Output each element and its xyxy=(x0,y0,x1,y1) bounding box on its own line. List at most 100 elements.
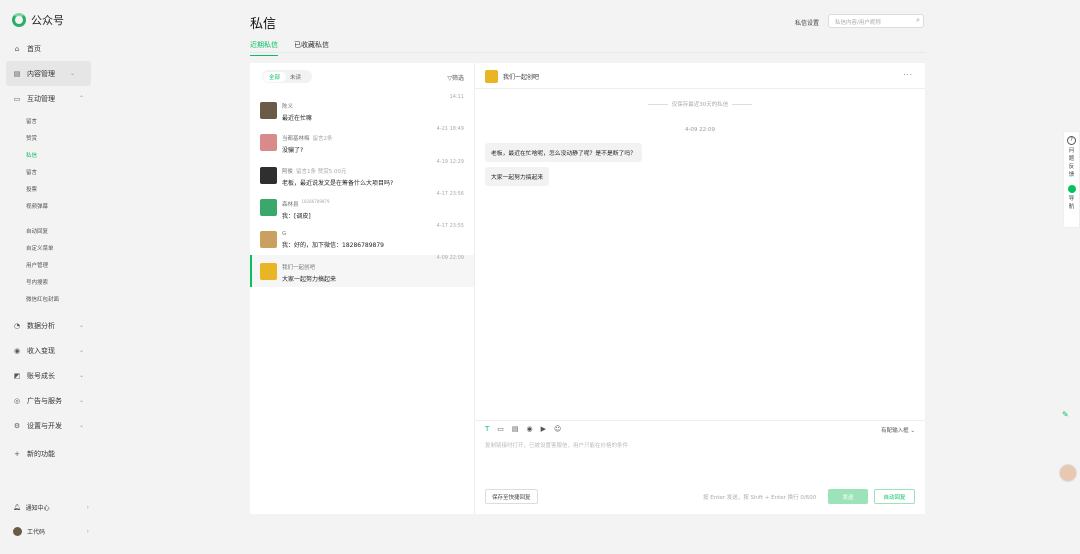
chevron-down-icon: ⌄ xyxy=(78,422,84,429)
conv-message: 最近在忙嘛 xyxy=(282,115,313,122)
nav-growth[interactable]: ◩ 账号成长 ⌄ xyxy=(0,363,100,388)
sub-item[interactable]: 视频弹幕 xyxy=(0,199,100,216)
ads-icon: ◎ xyxy=(13,396,21,405)
nav-home[interactable]: ⌂ 首页 xyxy=(0,36,100,61)
chevron-down-icon: ⌄ xyxy=(78,347,84,354)
text-icon[interactable]: T xyxy=(485,425,489,433)
send-button[interactable]: 发送 xyxy=(828,489,868,504)
guide-icon xyxy=(1067,185,1076,193)
home-icon: ⌂ xyxy=(14,44,20,53)
send-hint: 按 Enter 发送，按 Shift + Enter 换行 0/600 xyxy=(703,495,817,501)
tab-recent[interactable]: 近期私信 xyxy=(250,40,278,56)
conv-message: 没骗了? xyxy=(282,147,304,154)
nav-interaction-label: 互动管理 xyxy=(27,94,55,103)
conv-name: 当都基林梅 xyxy=(282,136,310,142)
bell-icon: 🔔︎ xyxy=(13,504,21,511)
nav-monetization[interactable]: ◉ 收入变现 ⌄ xyxy=(0,338,100,363)
nav-data-analysis[interactable]: ◔ 数据分析 ⌄ xyxy=(0,313,100,338)
floating-help-panel[interactable]: ? 问题反馈 导航 xyxy=(1063,131,1080,228)
sub-item[interactable]: 号内搜索 xyxy=(0,275,100,292)
assistant-avatar[interactable] xyxy=(1059,464,1077,482)
conversation-item[interactable]: G 我：好的，加下微信：18286789879 4-17 23:55 xyxy=(250,223,474,255)
sub-item[interactable]: 自定义菜单 xyxy=(0,241,100,258)
privacy-settings-link[interactable]: 私信设置 xyxy=(795,18,819,27)
notification-label: 通知中心 xyxy=(25,505,50,512)
sub-item[interactable]: 投票 xyxy=(0,182,100,199)
avatar xyxy=(260,263,277,280)
chat-icon: ▭ xyxy=(13,94,21,103)
conv-name: 森林县 xyxy=(282,201,299,208)
conv-ext: 18286789879 xyxy=(301,199,330,204)
nav-interaction[interactable]: ▭ 互动管理 ⌃ xyxy=(0,86,100,111)
account-menu[interactable]: 工代码 › xyxy=(13,527,89,536)
search-icon[interactable]: ⌕ xyxy=(916,16,920,25)
file-icon[interactable]: ▤ xyxy=(512,425,519,433)
sub-item[interactable]: 自动回复 xyxy=(0,224,100,241)
message-input[interactable]: 复制链接时打开，已被设置客服信，用户只能在价格的条件 xyxy=(485,441,628,449)
filter-button[interactable]: ▽筛选 xyxy=(447,73,464,82)
conv-ext: 留言1条 赞赏5.00元 xyxy=(296,169,347,175)
sub-item[interactable]: 留言 xyxy=(0,165,100,182)
conversation-item-selected[interactable]: 我们一起创吧 大家一起努力搞起来 4-09 22:09 xyxy=(250,255,474,287)
feedback-icon[interactable]: ✎ xyxy=(1062,410,1069,419)
retention-notice: 仅保存最近30天的私信 xyxy=(475,100,925,108)
sub-item-private-messages[interactable]: 私信 xyxy=(0,148,100,165)
notice-text: 仅保存最近30天的私信 xyxy=(671,102,729,108)
nav-label: 广告与服务 xyxy=(27,396,62,405)
nav-settings[interactable]: ⚙ 设置与开发 ⌄ xyxy=(0,413,100,438)
compose-toolbar: T ▭ ▤ ◉ ▶︎ ☺ xyxy=(485,425,561,433)
tab-bar: 近期私信 已收藏私信 xyxy=(250,40,329,56)
nav-label: 设置与开发 xyxy=(27,421,62,430)
chevron-up-icon: ⌃ xyxy=(78,95,84,102)
conversation-item[interactable]: 森林县18286789879 我：[调皮] 4-17 23:56 xyxy=(250,191,474,223)
auto-reply-button[interactable]: 自动回复 xyxy=(874,489,915,504)
sub-item[interactable]: 用户管理 xyxy=(0,258,100,275)
guide-label: 导航 xyxy=(1068,196,1075,210)
conversation-item[interactable]: 陈义最近在忙嘛 14:11 xyxy=(250,94,474,126)
gear-icon: ⚙ xyxy=(13,421,21,430)
conv-time: 14:11 xyxy=(449,94,464,100)
sub-item[interactable]: 赞赏 xyxy=(0,131,100,148)
notification-center[interactable]: 🔔︎ 通知中心 › xyxy=(13,503,89,512)
nav-label: 数据分析 xyxy=(27,321,55,330)
filter-unread[interactable]: 未读 xyxy=(286,72,305,82)
app-logo[interactable]: 公众号 xyxy=(12,12,64,28)
avatar xyxy=(260,167,277,184)
conv-time: 4-19 12:29 xyxy=(436,159,464,165)
avatar xyxy=(260,231,277,248)
audio-icon[interactable]: ◉ xyxy=(527,425,533,433)
sub-item[interactable]: 留言 xyxy=(0,114,100,131)
tab-starred[interactable]: 已收藏私信 xyxy=(294,40,329,56)
nav-ads[interactable]: ◎ 广告与服务 ⌄ xyxy=(0,388,100,413)
avatar xyxy=(260,199,277,216)
emoji-icon[interactable]: ☺ xyxy=(554,425,561,433)
divider xyxy=(475,420,925,421)
nav-content-label: 内容管理 xyxy=(27,69,55,78)
filter-all[interactable]: 全部 xyxy=(263,71,287,82)
conv-message: 我：好的，加下微信：18286789879 xyxy=(282,242,384,249)
save-quick-reply-button[interactable]: 保存至快捷回复 xyxy=(485,489,538,504)
coin-icon: ◉ xyxy=(13,346,21,355)
nav-label: 新的功能 xyxy=(27,449,55,458)
avatar xyxy=(260,134,277,151)
more-icon[interactable]: ··· xyxy=(903,71,913,79)
message-bubble: 老板，最近在忙啥呢，怎么没动静了呢？是不是断了吗？ xyxy=(485,143,642,162)
conv-time: 4-17 23:55 xyxy=(436,223,464,229)
input-mode-select[interactable]: 有配输入框 ⌄ xyxy=(881,426,915,434)
sub-item[interactable]: 微信红包封面 xyxy=(0,292,100,309)
conv-name: 陈义 xyxy=(282,104,294,110)
video-icon[interactable]: ▶︎ xyxy=(541,425,546,433)
search-input[interactable]: 私信内容/用户昵称 ⌕ xyxy=(828,14,924,28)
conversation-item[interactable]: 阿俊 留言1条 赞赏5.00元 老板，最近说发文是在筹备什么大项目吗? 4-19 1… xyxy=(250,159,474,191)
avatar xyxy=(260,102,277,119)
conv-time: 4-21 18:49 xyxy=(436,126,464,132)
logo-icon xyxy=(12,13,26,27)
image-icon[interactable]: ▭ xyxy=(497,425,504,433)
conversation-item[interactable]: 当都基林梅 留言2条 没骗了? 4-21 18:49 xyxy=(250,126,474,158)
avatar xyxy=(485,70,498,83)
divider xyxy=(250,52,925,53)
plus-icon: + xyxy=(14,449,20,458)
nav-new-features[interactable]: + 新的功能 xyxy=(0,441,100,466)
nav-content[interactable]: ▤ 内容管理 ⌄ xyxy=(6,61,91,86)
chat-area: 我们一起创吧 ··· 仅保存最近30天的私信 4-09 22:09 老板，最近在… xyxy=(475,63,925,514)
